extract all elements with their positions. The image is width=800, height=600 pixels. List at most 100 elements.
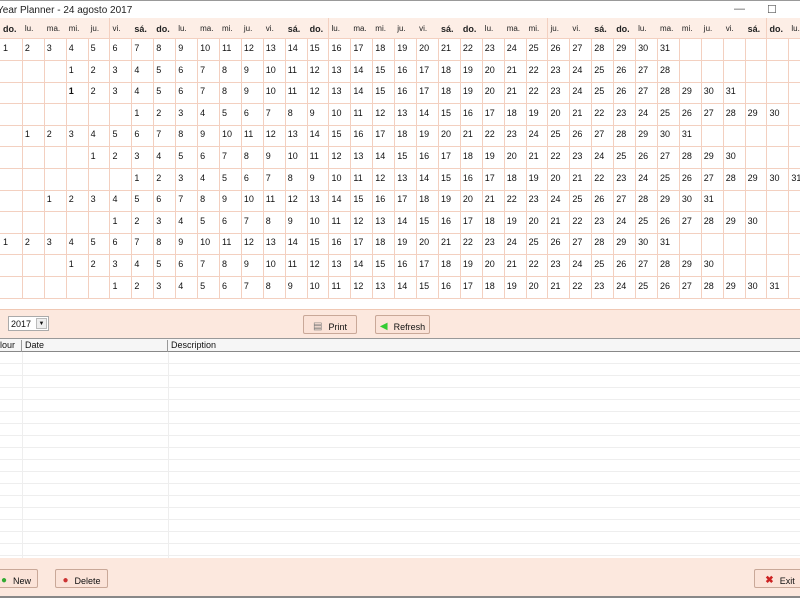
day-cell[interactable]: 13 bbox=[372, 276, 396, 299]
day-cell[interactable]: 15 bbox=[350, 190, 374, 213]
day-cell[interactable]: 25 bbox=[547, 125, 571, 148]
empty-cell[interactable] bbox=[0, 255, 23, 277]
day-cell[interactable]: 24 bbox=[525, 125, 549, 148]
day-cell[interactable]: 8 bbox=[284, 168, 308, 191]
day-cell[interactable]: 6 bbox=[153, 190, 177, 213]
day-cell[interactable]: 16 bbox=[394, 82, 418, 105]
day-cell[interactable]: 5 bbox=[175, 147, 199, 169]
empty-cell[interactable] bbox=[766, 39, 790, 61]
day-cell[interactable]: 26 bbox=[635, 147, 658, 169]
day-cell[interactable]: 23 bbox=[525, 190, 549, 213]
day-cell[interactable]: 24 bbox=[635, 103, 658, 126]
day-cell[interactable]: 21 bbox=[547, 211, 571, 234]
day-cell[interactable]: 25 bbox=[569, 190, 593, 213]
empty-cell[interactable] bbox=[722, 233, 746, 256]
day-cell[interactable]: 1 bbox=[131, 168, 155, 191]
day-cell[interactable]: 31 bbox=[766, 276, 790, 299]
day-cell[interactable]: 17 bbox=[350, 233, 374, 256]
day-cell[interactable]: 10 bbox=[284, 147, 308, 169]
day-cell[interactable]: 1 bbox=[131, 103, 155, 126]
day-cell[interactable]: 23 bbox=[481, 39, 505, 61]
day-cell[interactable]: 5 bbox=[131, 190, 155, 213]
day-cell[interactable]: 30 bbox=[635, 233, 658, 256]
day-cell[interactable]: 22 bbox=[459, 39, 483, 61]
day-cell[interactable]: 12 bbox=[306, 60, 330, 83]
day-cell[interactable]: 14 bbox=[350, 82, 374, 105]
day-cell[interactable]: 11 bbox=[219, 233, 242, 256]
day-cell[interactable]: 26 bbox=[613, 82, 637, 105]
day-cell[interactable]: 4 bbox=[109, 190, 133, 213]
day-cell[interactable]: 24 bbox=[613, 276, 637, 299]
day-cell[interactable]: 22 bbox=[459, 233, 483, 256]
exit-button[interactable]: ✖ Exit bbox=[754, 569, 800, 588]
day-cell[interactable]: 15 bbox=[416, 276, 439, 299]
empty-cell[interactable] bbox=[21, 60, 45, 83]
day-cell[interactable]: 6 bbox=[109, 233, 133, 256]
day-cell[interactable]: 4 bbox=[197, 103, 220, 126]
day-cell[interactable]: 5 bbox=[109, 125, 133, 148]
day-cell[interactable]: 4 bbox=[65, 39, 89, 61]
day-cell[interactable]: 10 bbox=[240, 190, 264, 213]
day-cell[interactable]: 9 bbox=[240, 60, 264, 83]
empty-cell[interactable] bbox=[788, 255, 800, 277]
day-cell[interactable]: 16 bbox=[350, 125, 374, 148]
day-cell[interactable]: 6 bbox=[219, 276, 242, 299]
day-cell[interactable]: 13 bbox=[328, 60, 352, 83]
day-cell[interactable]: 17 bbox=[394, 190, 418, 213]
day-cell[interactable]: 9 bbox=[240, 255, 264, 277]
day-cell[interactable]: 22 bbox=[481, 125, 505, 148]
chevron-down-icon[interactable]: ▼ bbox=[36, 318, 47, 329]
day-cell[interactable]: 1 bbox=[65, 255, 89, 277]
day-cell[interactable]: 30 bbox=[722, 147, 746, 169]
day-cell[interactable]: 20 bbox=[503, 147, 527, 169]
day-cell[interactable]: 12 bbox=[262, 125, 286, 148]
day-cell[interactable]: 30 bbox=[678, 190, 702, 213]
day-cell[interactable]: 14 bbox=[416, 103, 439, 126]
empty-cell[interactable] bbox=[678, 60, 702, 83]
day-cell[interactable]: 30 bbox=[744, 211, 768, 234]
day-cell[interactable]: 8 bbox=[175, 125, 199, 148]
day-cell[interactable]: 27 bbox=[635, 82, 658, 105]
day-cell[interactable]: 26 bbox=[547, 233, 571, 256]
day-cell[interactable]: 2 bbox=[131, 211, 155, 234]
day-cell[interactable]: 12 bbox=[284, 190, 308, 213]
day-cell[interactable]: 27 bbox=[678, 276, 702, 299]
day-cell[interactable]: 28 bbox=[635, 190, 658, 213]
empty-cell[interactable] bbox=[87, 168, 111, 191]
day-cell[interactable]: 7 bbox=[197, 255, 220, 277]
empty-cell[interactable] bbox=[788, 125, 800, 148]
day-cell[interactable]: 9 bbox=[306, 168, 330, 191]
empty-cell[interactable] bbox=[678, 233, 702, 256]
day-cell[interactable]: 19 bbox=[503, 211, 527, 234]
day-cell[interactable]: 4 bbox=[175, 211, 199, 234]
day-cell[interactable]: 3 bbox=[43, 39, 67, 61]
day-cell[interactable]: 24 bbox=[547, 190, 571, 213]
day-cell[interactable]: 25 bbox=[591, 60, 615, 83]
day-cell[interactable]: 7 bbox=[262, 103, 286, 126]
events-list[interactable] bbox=[0, 352, 800, 558]
empty-cell[interactable] bbox=[43, 276, 67, 299]
day-cell[interactable]: 7 bbox=[197, 60, 220, 83]
day-cell[interactable]: 28 bbox=[722, 103, 746, 126]
empty-cell[interactable] bbox=[21, 82, 45, 105]
empty-cell[interactable] bbox=[788, 212, 800, 234]
day-cell[interactable]: 17 bbox=[459, 276, 483, 299]
day-cell[interactable]: 27 bbox=[613, 190, 637, 213]
day-cell[interactable]: 18 bbox=[372, 39, 396, 61]
day-cell[interactable]: 12 bbox=[350, 211, 374, 234]
day-cell[interactable]: 20 bbox=[547, 168, 571, 191]
day-cell[interactable]: 9 bbox=[284, 211, 308, 234]
day-cell[interactable]: 8 bbox=[219, 60, 242, 83]
day-cell[interactable]: 31 bbox=[788, 169, 800, 191]
day-cell[interactable]: 17 bbox=[416, 60, 439, 83]
day-cell[interactable]: 23 bbox=[591, 211, 615, 234]
day-cell[interactable]: 5 bbox=[87, 233, 111, 256]
empty-cell[interactable] bbox=[744, 255, 768, 277]
day-cell[interactable]: 4 bbox=[153, 147, 177, 169]
day-cell[interactable]: 1 bbox=[0, 39, 23, 61]
empty-cell[interactable] bbox=[65, 211, 89, 234]
day-cell[interactable]: 14 bbox=[394, 276, 418, 299]
day-cell[interactable]: 28 bbox=[722, 168, 746, 191]
day-cell[interactable]: 3 bbox=[153, 276, 177, 299]
day-cell[interactable]: 12 bbox=[372, 103, 396, 126]
